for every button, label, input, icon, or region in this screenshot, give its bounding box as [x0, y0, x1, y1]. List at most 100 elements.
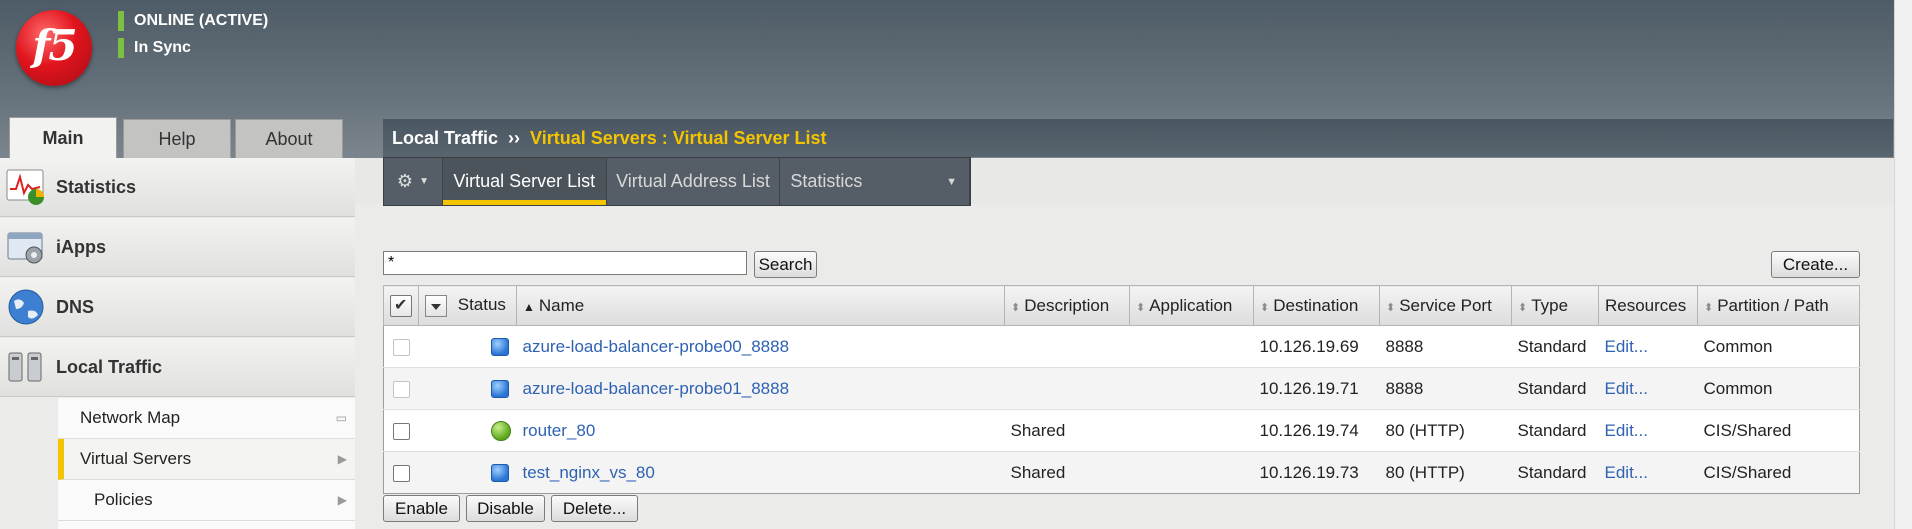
- sidebar-item-dns[interactable]: DNS: [0, 278, 355, 337]
- breadcrumb-page: Virtual Servers : Virtual Server List: [530, 127, 827, 148]
- partition-cell: Common: [1697, 367, 1860, 410]
- column-partition[interactable]: ⬍ Partition / Path: [1697, 285, 1860, 326]
- column-type-label: Type: [1531, 295, 1569, 315]
- virtual-server-name-link[interactable]: router_80: [523, 421, 596, 440]
- tab-main[interactable]: Main: [9, 117, 117, 158]
- sidebar-item-label: Local Traffic: [56, 356, 163, 377]
- disable-button[interactable]: Disable: [466, 495, 545, 522]
- sort-icon: ⬍: [1518, 301, 1528, 314]
- chevron-right-icon: ▶: [337, 452, 347, 466]
- status-sync-text[interactable]: In Sync: [134, 39, 191, 57]
- column-description[interactable]: ⬍ Description: [1004, 285, 1130, 326]
- sidebar-item-label: iApps: [56, 236, 107, 257]
- chevron-down-icon: ▼: [946, 175, 958, 188]
- tab-about[interactable]: About: [235, 119, 343, 158]
- page-scrollbar[interactable]: [1894, 0, 1912, 529]
- sort-icon: ⬍: [1011, 301, 1021, 314]
- breadcrumb-section[interactable]: Local Traffic: [392, 128, 498, 149]
- sidebar-item-network-map[interactable]: Network Map ▭: [58, 398, 355, 439]
- row-checkbox: [392, 380, 410, 398]
- sub-navigation: ⚙ ▼ Virtual Server List Virtual Address …: [383, 157, 971, 206]
- column-partition-label: Partition / Path: [1717, 295, 1829, 315]
- type-cell: Standard: [1511, 409, 1599, 452]
- sidebar-item-virtual-servers[interactable]: Virtual Servers ▶: [58, 439, 355, 480]
- column-application-label: Application: [1149, 295, 1233, 315]
- gear-icon: ⚙: [396, 171, 414, 191]
- sidebar-item-iapps[interactable]: iApps: [0, 218, 355, 277]
- sort-ascending-icon: ▲: [523, 299, 535, 314]
- resources-edit-link[interactable]: Edit...: [1605, 421, 1648, 440]
- partition-cell: Common: [1697, 325, 1860, 368]
- application-cell: [1129, 409, 1254, 452]
- settings-menu-button[interactable]: ⚙ ▼: [384, 158, 443, 205]
- subnav-virtual-address-list[interactable]: Virtual Address List: [607, 158, 781, 205]
- sidebar-item-local-traffic[interactable]: Local Traffic: [0, 338, 355, 397]
- row-checkbox: [392, 338, 410, 356]
- column-service-port[interactable]: ⬍ Service Port: [1379, 285, 1512, 326]
- resources-edit-link[interactable]: Edit...: [1605, 463, 1648, 482]
- delete-button[interactable]: Delete...: [551, 495, 638, 522]
- resources-edit-link[interactable]: Edit...: [1605, 379, 1648, 398]
- virtual-server-name-link[interactable]: azure-load-balancer-probe01_8888: [523, 379, 790, 398]
- search-button[interactable]: Search: [754, 251, 817, 278]
- destination-cell: 10.126.19.69: [1253, 325, 1380, 368]
- sidebar-item-statistics[interactable]: Statistics: [0, 158, 355, 217]
- description-cell: [1004, 367, 1130, 410]
- column-status[interactable]: Status: [418, 285, 517, 326]
- status-filter-dropdown[interactable]: [425, 294, 447, 317]
- sort-icon: ⬍: [1704, 301, 1714, 314]
- search-input[interactable]: [383, 251, 747, 275]
- description-cell: Shared: [1004, 451, 1130, 494]
- f5-logo[interactable]: f5: [16, 10, 92, 86]
- check-icon: [390, 294, 412, 317]
- service-port-cell: 8888: [1379, 367, 1512, 410]
- column-service-port-label: Service Port: [1399, 295, 1492, 315]
- application-cell: [1129, 451, 1254, 494]
- resources-edit-link[interactable]: Edit...: [1605, 337, 1648, 356]
- column-name[interactable]: ▲ Name: [516, 285, 1005, 326]
- type-cell: Standard: [1511, 325, 1599, 368]
- sidebar-item-policies[interactable]: Policies ▶: [58, 480, 355, 521]
- description-cell: [1004, 325, 1130, 368]
- subnav-virtual-server-list[interactable]: Virtual Server List: [442, 158, 607, 205]
- table-header-row: Status ▲Name ⬍Description ⬍Application ⬍…: [383, 285, 1860, 326]
- table-row: router_80 Shared 10.126.19.74 80 (HTTP) …: [383, 409, 1860, 452]
- destination-cell: 10.126.19.74: [1253, 409, 1380, 452]
- logo-text: f5: [32, 21, 77, 70]
- service-port-cell: 80 (HTTP): [1379, 451, 1512, 494]
- breadcrumb: Local Traffic ›› Virtual Servers : Virtu…: [383, 119, 1893, 157]
- virtual-server-name-link[interactable]: azure-load-balancer-probe00_8888: [523, 337, 790, 356]
- service-port-cell: 80 (HTTP): [1379, 409, 1512, 452]
- service-port-cell: 8888: [1379, 325, 1512, 368]
- column-resources-label: Resources: [1605, 295, 1687, 315]
- column-description-label: Description: [1024, 295, 1110, 315]
- description-cell: Shared: [1004, 409, 1130, 452]
- sidebar-item-label: Statistics: [56, 176, 137, 197]
- breadcrumb-separator: ››: [508, 127, 521, 148]
- column-name-label: Name: [538, 295, 585, 315]
- sidebar-item-label: DNS: [56, 296, 95, 317]
- popout-icon: ▭: [335, 411, 347, 425]
- column-application[interactable]: ⬍ Application: [1129, 285, 1254, 326]
- row-checkbox[interactable]: [392, 464, 410, 482]
- sidebar-item-label: Network Map: [80, 408, 181, 427]
- tab-help[interactable]: Help: [123, 119, 231, 158]
- virtual-server-name-link[interactable]: test_nginx_vs_80: [523, 463, 655, 482]
- status-unknown-icon: [490, 338, 509, 357]
- status-unknown-icon: [490, 380, 509, 399]
- status-indicator-icon: [118, 11, 124, 31]
- statistics-icon: [6, 169, 44, 205]
- table-row: azure-load-balancer-probe00_8888 10.126.…: [383, 325, 1860, 368]
- subnav-statistics[interactable]: Statistics ▼: [780, 158, 971, 205]
- enable-button[interactable]: Enable: [383, 495, 460, 522]
- sync-indicator-icon: [118, 38, 124, 58]
- column-type[interactable]: ⬍ Type: [1511, 285, 1599, 326]
- status-available-icon: [490, 420, 511, 441]
- row-checkbox[interactable]: [392, 422, 410, 440]
- status-sync[interactable]: In Sync: [118, 37, 191, 59]
- column-status-label: Status: [457, 294, 506, 314]
- select-all-checkbox[interactable]: [383, 285, 419, 326]
- application-cell: [1129, 367, 1254, 410]
- column-destination[interactable]: ⬍ Destination: [1253, 285, 1380, 326]
- create-button[interactable]: Create...: [1771, 251, 1860, 278]
